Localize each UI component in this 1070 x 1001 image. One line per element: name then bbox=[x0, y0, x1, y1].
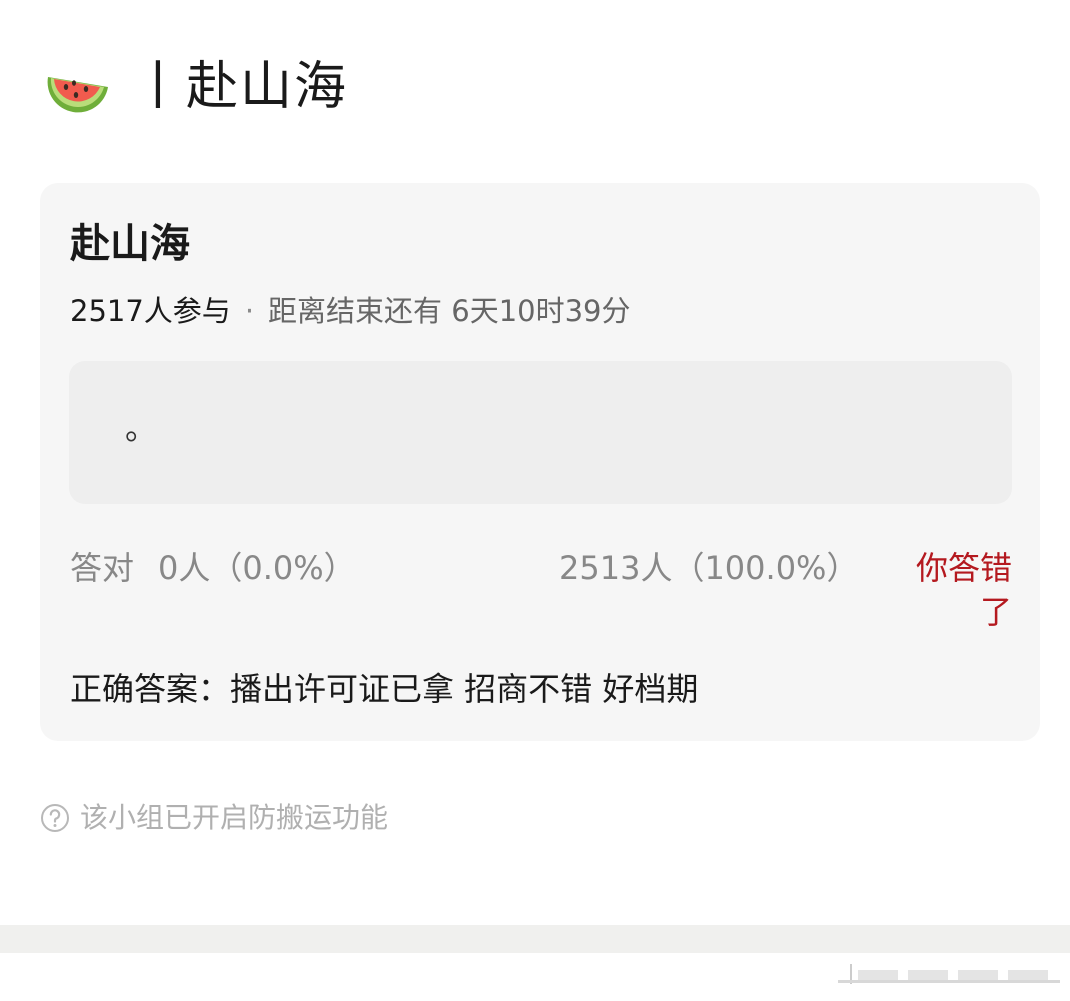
post-header: 丨赴山海 bbox=[44, 52, 348, 122]
quiz-title: 赴山海 bbox=[70, 221, 190, 267]
correct-stats: 答对 0人（0.0%） bbox=[70, 546, 356, 590]
wrong-answer-badge: 你答错了 bbox=[915, 549, 1012, 631]
correct-answer: 正确答案：播出许可证已拿 招商不错 好档期 bbox=[70, 670, 699, 708]
anti-repost-note[interactable]: 该小组已开启防搬运功能 bbox=[40, 798, 388, 838]
other-stats: 2513人（100.0%） bbox=[559, 549, 859, 587]
toolbar-icons bbox=[838, 964, 1060, 984]
correct-label: 答对 bbox=[70, 549, 135, 587]
header-title: 丨赴山海 bbox=[132, 57, 349, 117]
participants-count: 2517人参与 bbox=[70, 294, 231, 328]
option-text: 。 bbox=[125, 409, 158, 447]
question-circle-icon bbox=[41, 804, 69, 832]
note-text: 该小组已开启防搬运功能 bbox=[80, 801, 389, 834]
meta-separator: · bbox=[244, 294, 255, 328]
quiz-option[interactable]: 。 bbox=[69, 361, 1012, 504]
quiz-card: 赴山海 2517人参与 · 距离结束还有 6天10时39分 。 答对 0人（0.0%）… bbox=[40, 183, 1040, 741]
watermelon-icon bbox=[47, 77, 108, 113]
page: 丨赴山海 赴山海 2517人参与 · 距离结束还有 6天10时39分 。 答对 0人（… bbox=[0, 0, 1070, 1001]
quiz-meta: 2517人参与 · 距离结束还有 6天10时39分 bbox=[70, 291, 631, 331]
time-remaining: 距离结束还有 6天10时39分 bbox=[268, 294, 631, 328]
correct-count: 0人（0.0%） bbox=[158, 549, 356, 587]
bottom-divider-bar bbox=[0, 925, 1070, 953]
